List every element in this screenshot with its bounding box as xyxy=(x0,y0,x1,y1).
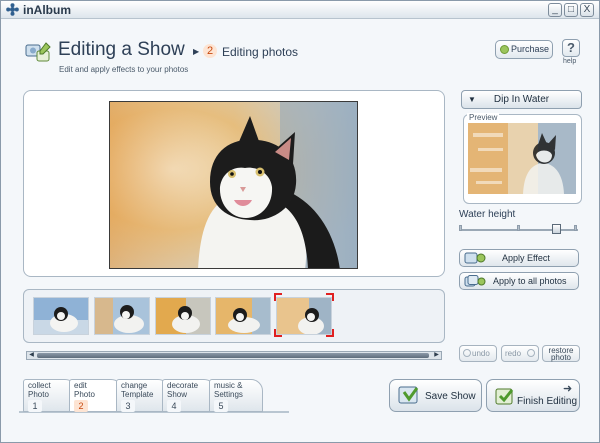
filmstrip-thumb[interactable] xyxy=(215,297,271,335)
step-tab-label: Show xyxy=(167,390,188,399)
help-icon[interactable]: ? xyxy=(562,39,580,57)
page-title: Editing a Show xyxy=(58,39,185,60)
save-show-button[interactable]: Save Show xyxy=(389,379,482,412)
apply-effect-label: Apply Effect xyxy=(502,253,550,263)
slider-tick xyxy=(517,225,520,231)
finish-editing-button[interactable]: ➜ Finish Editing xyxy=(486,379,580,412)
undo-icon xyxy=(463,349,471,357)
save-show-label: Save Show xyxy=(425,391,476,402)
step-tab-number: 5 xyxy=(214,400,228,412)
apply-all-icon xyxy=(464,275,486,287)
window-title: inAlbum xyxy=(23,3,71,17)
dropdown-caret-icon: ▼ xyxy=(468,95,476,104)
effect-preview-label: Preview xyxy=(467,113,500,122)
step-tab-label: Photo xyxy=(28,390,49,399)
redo-icon xyxy=(527,349,535,357)
page-subtitle: Edit and apply effects to your photos xyxy=(59,65,189,74)
effect-dropdown[interactable]: ▼ Dip In Water xyxy=(461,90,582,109)
breadcrumb-arrow-icon: ▶ xyxy=(193,47,200,56)
effect-dropdown-value: Dip In Water xyxy=(493,94,550,105)
step-tab-label: music & xyxy=(214,381,243,390)
step-tab-label: Template xyxy=(121,390,154,399)
app-logo-icon xyxy=(6,3,19,16)
undo-label: undo xyxy=(472,349,490,358)
finish-editing-label: Finish Editing xyxy=(517,396,578,407)
step-tab-label: Settings xyxy=(214,390,243,399)
step-tab-decorate-show[interactable]: decorate Show 4 xyxy=(162,379,216,412)
undo-button[interactable]: undo xyxy=(459,345,497,362)
step-tab-edit-photo[interactable]: edit Photo 2 xyxy=(69,379,123,412)
slider-tick xyxy=(459,225,462,231)
current-step-label: Editing photos xyxy=(222,45,299,59)
apply-to-all-button[interactable]: Apply to all photos xyxy=(459,272,579,290)
current-step-number: 2 xyxy=(203,44,217,58)
save-show-icon xyxy=(398,386,419,404)
step-tab-label: decorate xyxy=(167,381,199,390)
scroll-left-icon[interactable]: ◀ xyxy=(27,352,36,359)
filmstrip-thumb[interactable] xyxy=(94,297,150,335)
apply-effect-icon xyxy=(464,252,486,264)
selection-marker xyxy=(274,293,334,337)
step-tab-number: 3 xyxy=(121,400,135,412)
filmstrip-scrollbar[interactable]: ◀ ▶ xyxy=(26,351,442,360)
slider-tick xyxy=(574,225,577,231)
filmstrip-thumb[interactable] xyxy=(155,297,211,335)
purchase-button[interactable]: Purchase xyxy=(495,40,553,59)
step-tab-number: 4 xyxy=(167,400,181,412)
minimize-button[interactable]: _ xyxy=(548,3,562,17)
effect-preview-image xyxy=(468,123,576,194)
redo-label: redo xyxy=(505,349,522,358)
step-tab-label: Photo xyxy=(74,390,95,399)
title-bar: inAlbum _ □ X xyxy=(1,1,599,19)
scroll-right-icon[interactable]: ▶ xyxy=(432,352,441,359)
apply-effect-button[interactable]: Apply Effect xyxy=(459,249,579,267)
restore-label-line2: photo xyxy=(550,353,572,362)
cart-icon xyxy=(500,45,509,54)
app-window: inAlbum _ □ X Editing a Show ▶ 2 Editing… xyxy=(0,0,600,443)
water-height-label: Water height xyxy=(459,209,516,220)
slider-handle[interactable] xyxy=(551,224,561,234)
apply-to-all-label: Apply to all photos xyxy=(493,276,567,286)
step-tab-number: 2 xyxy=(74,400,88,412)
restore-photo-button[interactable]: restore photo xyxy=(542,345,580,362)
step-tab-label: change xyxy=(121,381,148,390)
filmstrip-thumb[interactable] xyxy=(33,297,89,335)
help-label: help xyxy=(563,58,577,65)
maximize-button[interactable]: □ xyxy=(564,3,578,17)
step-tab-label: edit xyxy=(74,381,87,390)
redo-button[interactable]: redo xyxy=(501,345,539,362)
step-tab-label: collect xyxy=(28,381,51,390)
close-button[interactable]: X xyxy=(580,3,594,17)
step-tab-number: 1 xyxy=(28,400,42,412)
finish-editing-icon xyxy=(495,388,514,405)
edit-photos-icon xyxy=(25,42,51,62)
step-tab-music-settings[interactable]: music & Settings 5 xyxy=(209,379,263,412)
main-photo xyxy=(109,101,358,269)
arrow-right-icon: ➜ xyxy=(563,383,573,395)
scroll-thumb[interactable] xyxy=(37,353,429,358)
purchase-label: Purchase xyxy=(511,44,550,54)
